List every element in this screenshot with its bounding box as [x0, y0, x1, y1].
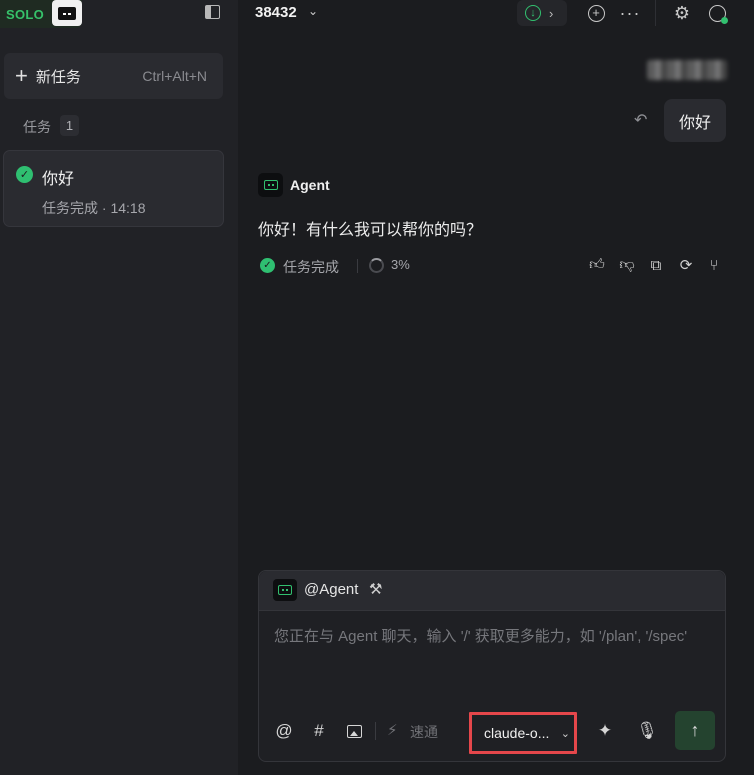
new-chat-button[interactable]: +: [586, 3, 606, 23]
agent-message-text: 你好！有什么我可以帮你的吗？: [258, 222, 483, 239]
solo-logo-icon: [52, 0, 82, 26]
thumbs-up-icon[interactable]: 👍︎: [588, 256, 606, 274]
composer-header: @Agent ⚒: [259, 571, 725, 611]
sparkle-icon[interactable]: ✦: [595, 721, 615, 741]
download-button[interactable]: ↓ ›: [517, 0, 567, 26]
agent-avatar: [258, 173, 283, 197]
thumbs-down-icon[interactable]: 👎︎: [618, 256, 636, 274]
sidebar-toggle-icon[interactable]: [205, 5, 220, 19]
new-task-button[interactable]: + 新任务 Ctrl+Alt+N: [4, 53, 223, 99]
status-divider: [357, 259, 358, 273]
microphone-icon[interactable]: 🎙︎: [636, 721, 658, 741]
gear-icon[interactable]: ⚙: [672, 3, 692, 23]
toolbar-divider: [375, 722, 376, 740]
task-status: 任务完成 · 14:18: [42, 200, 146, 216]
user-avatar: [647, 60, 727, 80]
model-select[interactable]: claude-o... ⌄: [469, 712, 577, 754]
brand-label: SOLO: [6, 6, 45, 22]
image-icon: [346, 724, 362, 738]
check-circle-icon: ✓: [16, 166, 33, 183]
mention-icon[interactable]: @: [274, 721, 294, 741]
task-item[interactable]: ✓ 你好 任务完成 · 14:18: [3, 150, 224, 227]
user-message-bubble: 你好: [664, 99, 726, 142]
hashtag-icon[interactable]: #: [309, 721, 329, 741]
model-label: claude-o...: [484, 725, 550, 741]
undo-icon[interactable]: ↶: [634, 110, 647, 130]
account-button[interactable]: [707, 3, 728, 24]
tools-icon[interactable]: ⚒: [369, 580, 382, 598]
new-task-shortcut: Ctrl+Alt+N: [142, 68, 207, 84]
project-name[interactable]: 38432: [255, 4, 297, 21]
add-message-icon: +: [587, 4, 605, 22]
progress-value: 3%: [391, 257, 410, 272]
composer: @Agent ⚒ 您正在与 Agent 聊天，输入 '/' 获取更多能力，如 '…: [258, 570, 726, 762]
task-title: 你好: [42, 171, 75, 188]
main-panel: 38432 ⌄ ↓ › + ··· ⚙ ↶ 你好 Agent 你好！有什么我可以…: [238, 0, 754, 775]
chevron-down-icon[interactable]: ⌄: [308, 4, 318, 18]
agent-avatar: [273, 579, 297, 601]
branch-icon[interactable]: ⑂: [705, 256, 723, 274]
download-icon: ↓: [525, 5, 541, 21]
composer-agent-label[interactable]: @Agent: [304, 581, 358, 598]
chevron-right-icon: ›: [549, 5, 554, 21]
more-icon[interactable]: ···: [620, 3, 640, 23]
refresh-icon[interactable]: ⟳: [677, 256, 695, 274]
speed-mode-label[interactable]: 速通: [410, 722, 438, 742]
user-message-text: 你好: [678, 114, 711, 132]
chevron-down-icon: ⌄: [560, 727, 570, 740]
message-input[interactable]: 您正在与 Agent 聊天，输入 '/' 获取更多能力，如 '/plan', '…: [274, 624, 714, 650]
new-task-label: 新任务: [35, 68, 81, 86]
user-icon: [708, 4, 728, 24]
tasks-count-badge: 1: [60, 115, 79, 136]
plus-icon: +: [15, 63, 28, 88]
arrow-up-icon: ↑: [690, 720, 700, 740]
sidebar: SOLO + 新任务 Ctrl+Alt+N 任务 1 ✓ 你好 任务完成 · 1…: [0, 0, 238, 775]
check-circle-icon: ✓: [260, 258, 275, 273]
agent-name: Agent: [290, 177, 330, 193]
send-button[interactable]: ↑: [675, 711, 715, 750]
lightning-icon[interactable]: ⚡︎: [387, 721, 398, 739]
header-divider: [655, 0, 656, 26]
tasks-section-label: 任务: [23, 119, 51, 135]
progress-ring-icon: [369, 258, 384, 273]
solo-badge[interactable]: SOLO: [0, 0, 82, 28]
image-button[interactable]: [344, 721, 364, 741]
task-status-label: 任务完成: [283, 259, 339, 275]
copy-icon[interactable]: ⧉: [647, 256, 665, 274]
